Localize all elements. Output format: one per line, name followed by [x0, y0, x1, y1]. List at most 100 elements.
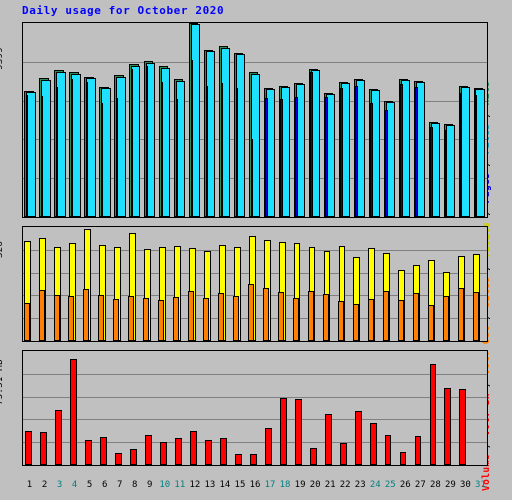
bar-volume-day-13: [205, 439, 212, 465]
bar-pages-day-19: [295, 97, 298, 217]
bar-pages-day-16: [250, 138, 253, 217]
bar-sites-day-17: [263, 287, 270, 341]
bar-group-day-17: [262, 227, 277, 341]
bar-group-day-12: [188, 23, 203, 217]
bar-group-day-23: [352, 23, 367, 217]
x-tick-day-16: 16: [249, 480, 261, 490]
bar-pages-day-10: [160, 81, 164, 217]
x-tick-day-23: 23: [354, 480, 366, 490]
x-tick-day-25: 25: [384, 480, 396, 490]
bar-sites-day-22: [337, 301, 344, 341]
bar-group-day-29: [442, 351, 457, 465]
bar-sites-day-8: [128, 295, 135, 341]
bar-sites-day-2: [38, 289, 45, 341]
bar-group-day-20: [307, 227, 322, 341]
x-tick-day-8: 8: [132, 480, 138, 490]
bar-group-day-6: [98, 23, 113, 217]
volume-panel: [22, 350, 488, 466]
visits-sites-panel: [22, 226, 488, 342]
bar-group-day-9: [143, 227, 158, 341]
page-title: Daily usage for October 2020: [22, 4, 225, 17]
bar-volume-day-23: [354, 410, 362, 465]
bar-group-day-16: [248, 23, 263, 217]
bar-sites-day-31: [472, 292, 479, 341]
bar-group-day-19: [292, 23, 307, 217]
bar-group-day-16: [248, 351, 263, 465]
bar-pages-day-23: [355, 85, 358, 217]
bar-group-day-31: [472, 23, 487, 217]
bar-pages-day-31: [475, 95, 478, 217]
bar-pages-day-30: [460, 93, 463, 217]
bar-sites-day-25: [382, 290, 389, 341]
bar-group-day-13: [203, 227, 218, 341]
visits-plot-area: [23, 227, 487, 341]
x-tick-day-19: 19: [294, 480, 306, 490]
bar-group-day-18: [277, 351, 292, 465]
bar-group-day-20: [307, 351, 322, 465]
bar-group-day-30: [457, 227, 472, 341]
bar-sites-day-12: [188, 291, 195, 341]
bar-sites-day-29: [442, 295, 449, 341]
bar-pages-day-14: [220, 82, 223, 217]
bar-group-day-6: [98, 227, 113, 341]
bar-group-day-8: [128, 351, 143, 465]
bar-group-day-31: [472, 351, 487, 465]
bar-sites-day-30: [457, 287, 464, 341]
bar-group-day-10: [158, 351, 173, 465]
bar-volume-day-29: [444, 388, 452, 465]
bar-group-day-2: [38, 227, 53, 341]
bar-volume-day-22: [339, 442, 347, 465]
bar-pages-day-22: [340, 88, 343, 217]
bar-volume-day-15: [234, 453, 242, 465]
bar-group-day-10: [158, 23, 173, 217]
bar-sites-day-19: [293, 298, 299, 341]
bar-group-day-30: [457, 23, 472, 217]
bar-volume-day-3: [55, 409, 63, 465]
bar-group-day-28: [427, 351, 442, 465]
bar-pages-day-21: [325, 97, 328, 217]
bar-pages-day-13: [205, 85, 208, 217]
bar-volume-day-25: [384, 434, 392, 465]
bar-group-day-23: [352, 351, 367, 465]
x-tick-day-17: 17: [264, 480, 276, 490]
x-tick-day-21: 21: [324, 480, 336, 490]
bar-volume-day-2: [40, 431, 48, 465]
bar-volume-day-8: [130, 448, 138, 465]
bar-group-day-11: [173, 227, 188, 341]
bar-group-day-22: [337, 23, 352, 217]
bar-group-day-27: [412, 23, 427, 217]
bar-group-day-17: [262, 351, 277, 465]
volume-axis-max-label: 75.31 MB: [0, 359, 5, 405]
x-tick-day-7: 7: [116, 480, 123, 490]
bar-volume-day-19: [294, 398, 302, 465]
bar-group-day-16: [248, 227, 263, 341]
bar-group-day-2: [38, 23, 53, 217]
bar-pages-day-2: [40, 96, 44, 217]
bar-sites-day-7: [113, 299, 120, 341]
bar-pages-day-26: [400, 83, 403, 217]
bar-group-day-14: [218, 23, 233, 217]
bar-group-day-11: [173, 23, 188, 217]
bar-sites-day-27: [412, 292, 419, 341]
bar-group-day-25: [382, 351, 397, 465]
bar-volume-day-21: [324, 414, 332, 465]
bar-group-day-26: [397, 23, 412, 217]
bar-pages-day-12: [190, 60, 194, 217]
bar-pages-day-3: [55, 86, 59, 217]
bar-group-day-15: [233, 351, 248, 465]
bar-pages-day-1: [25, 95, 29, 217]
x-tick-day-27: 27: [414, 480, 426, 490]
bar-sites-day-10: [158, 300, 165, 341]
hits-files-pages-panel: [22, 22, 488, 218]
x-tick-day-11: 11: [174, 480, 186, 490]
bar-group-day-22: [337, 227, 352, 341]
x-tick-day-31: 31: [475, 480, 486, 490]
hits-axis-max-label: 9399: [0, 47, 5, 70]
x-tick-day-6: 6: [101, 480, 108, 490]
bar-group-day-15: [233, 23, 248, 217]
bar-sites-day-1: [23, 303, 30, 341]
x-tick-day-28: 28: [429, 480, 441, 490]
bar-group-day-21: [322, 227, 337, 341]
bar-group-day-27: [412, 227, 427, 341]
bar-pages-day-5: [85, 81, 89, 217]
